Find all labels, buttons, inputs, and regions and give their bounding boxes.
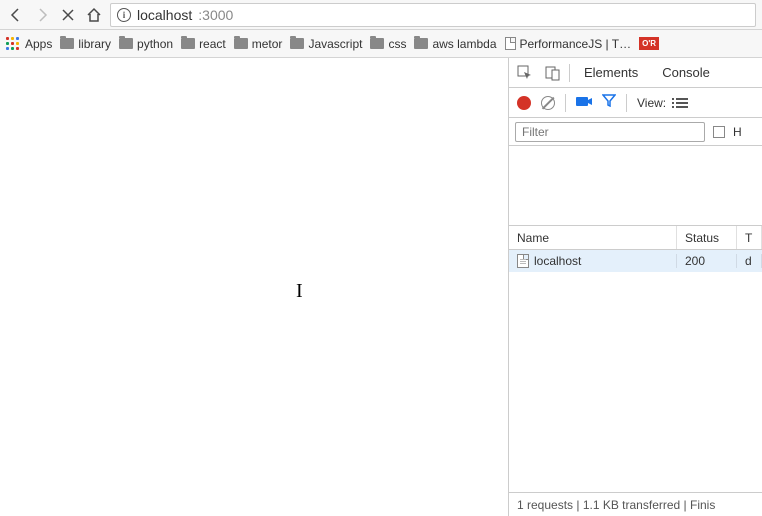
text-cursor-icon: I	[296, 280, 303, 303]
view-label: View:	[637, 96, 666, 110]
network-table: Name Status T localhost 200 d	[509, 226, 762, 492]
devtools-panel: Elements Console View: H	[508, 58, 762, 516]
apps-button[interactable]: Apps	[6, 37, 52, 51]
document-icon	[517, 254, 529, 268]
table-row[interactable]: localhost 200 d	[509, 250, 762, 272]
device-toggle-icon[interactable]	[541, 61, 565, 85]
bookmark-javascript[interactable]: Javascript	[290, 37, 362, 51]
browser-toolbar: i localhost :3000	[0, 0, 762, 30]
network-toolbar: View:	[509, 88, 762, 118]
separator	[569, 64, 570, 82]
bookmark-css[interactable]: css	[370, 37, 406, 51]
hide-data-urls-checkbox[interactable]	[713, 126, 725, 138]
column-name[interactable]: Name	[509, 226, 677, 249]
cell-type: d	[737, 254, 762, 268]
url-port: :3000	[198, 7, 233, 23]
tab-elements[interactable]: Elements	[574, 58, 648, 88]
bookmark-python[interactable]: python	[119, 37, 173, 51]
filter-bar: H	[509, 118, 762, 146]
bookmark-metor[interactable]: metor	[234, 37, 283, 51]
hide-label: H	[733, 125, 742, 139]
folder-icon	[60, 38, 74, 49]
site-info-icon[interactable]: i	[117, 8, 131, 22]
bookmark-label: aws lambda	[432, 37, 496, 51]
main-area: I Elements Console View	[0, 58, 762, 516]
bookmark-label: metor	[252, 37, 283, 51]
folder-icon	[414, 38, 428, 49]
cell-status: 200	[677, 254, 737, 268]
column-status[interactable]: Status	[677, 226, 737, 249]
filter-toggle-icon[interactable]	[602, 93, 616, 112]
bookmark-label: python	[137, 37, 173, 51]
screenshot-icon[interactable]	[576, 94, 592, 112]
bookmark-label: Javascript	[308, 37, 362, 51]
bookmark-label: react	[199, 37, 226, 51]
bookmark-label: css	[388, 37, 406, 51]
tab-console[interactable]: Console	[652, 58, 720, 88]
large-rows-icon[interactable]	[676, 98, 688, 108]
separator	[626, 94, 627, 112]
inspect-element-icon[interactable]	[513, 61, 537, 85]
table-header: Name Status T	[509, 226, 762, 250]
forward-button[interactable]	[32, 5, 52, 25]
folder-icon	[234, 38, 248, 49]
bookmark-aws-lambda[interactable]: aws lambda	[414, 37, 496, 51]
bookmark-performancejs[interactable]: PerformanceJS | T…	[505, 37, 632, 51]
bookmark-react[interactable]: react	[181, 37, 226, 51]
bookmark-label: PerformanceJS | T…	[520, 37, 632, 51]
filter-input[interactable]	[515, 122, 705, 142]
page-icon	[505, 37, 516, 50]
status-bar: 1 requests | 1.1 KB transferred | Finis	[509, 492, 762, 516]
bookmarks-bar: Apps library python react metor Javascri…	[0, 30, 762, 58]
url-bar[interactable]: i localhost :3000	[110, 3, 756, 27]
separator	[565, 94, 566, 112]
apps-grid-icon	[6, 37, 20, 51]
url-host: localhost	[137, 7, 192, 23]
oreilly-badge[interactable]: O'R	[639, 37, 659, 50]
apps-label: Apps	[25, 37, 52, 51]
folder-icon	[290, 38, 304, 49]
bookmark-library[interactable]: library	[60, 37, 111, 51]
cell-name: localhost	[509, 254, 677, 268]
devtools-tabbar: Elements Console	[509, 58, 762, 88]
bookmark-label: library	[78, 37, 111, 51]
timeline-overview[interactable]	[509, 146, 762, 226]
home-button[interactable]	[84, 5, 104, 25]
stop-button[interactable]	[58, 5, 78, 25]
folder-icon	[181, 38, 195, 49]
folder-icon	[370, 38, 384, 49]
clear-button[interactable]	[541, 96, 555, 110]
record-button[interactable]	[517, 96, 531, 110]
column-type[interactable]: T	[737, 226, 762, 249]
page-content[interactable]: I	[0, 58, 508, 516]
back-button[interactable]	[6, 5, 26, 25]
folder-icon	[119, 38, 133, 49]
